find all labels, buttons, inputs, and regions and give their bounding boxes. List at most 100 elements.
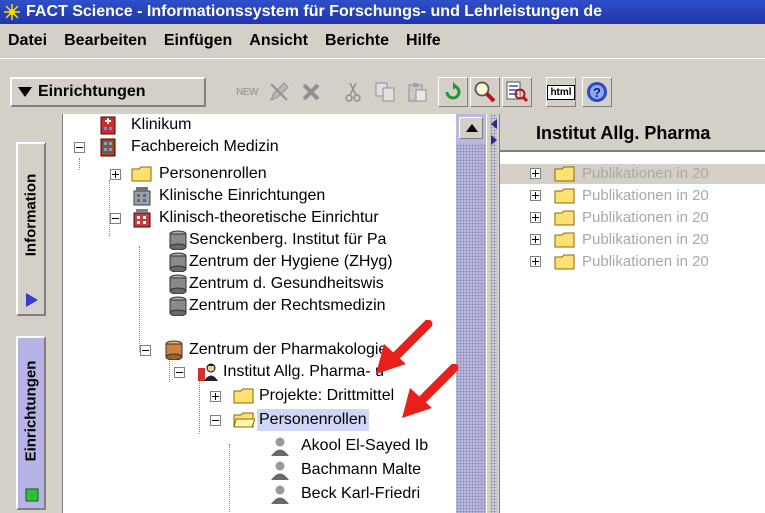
expand-toggle[interactable] xyxy=(530,212,541,223)
publication-label: Publikationen in 20 xyxy=(582,165,709,182)
cylinder-orange-icon xyxy=(165,340,183,360)
hospital-building-icon xyxy=(100,116,116,135)
folder-icon xyxy=(554,254,575,270)
tree-item-label: Personenrollen xyxy=(257,409,369,431)
report-search-button[interactable] xyxy=(502,77,532,107)
copy-icon xyxy=(375,82,395,102)
tree-item-klinikum[interactable]: Klinikum xyxy=(97,114,191,136)
tree-item-label: Zentrum d. Gesundheitswis xyxy=(189,275,384,292)
tab-einrichtungen[interactable]: Einrichtungen xyxy=(16,336,46,510)
menu-bearbeiten[interactable]: Bearbeiten xyxy=(64,32,147,50)
tree-item-personenrollen-selected[interactable]: Personenrollen xyxy=(233,409,369,431)
menu-ansicht[interactable]: Ansicht xyxy=(249,32,308,50)
tree-item-senckenberg[interactable]: Senckenberg. Institut für Pa xyxy=(167,229,386,251)
tree-item-projekte-drittmittel[interactable]: Projekte: Drittmittel xyxy=(233,385,394,407)
tree-item-zentrum-gesundheit[interactable]: Zentrum d. Gesundheitswis xyxy=(167,273,384,295)
tree-item-person[interactable]: Beck Karl-Friedri xyxy=(269,483,420,505)
collapse-toggle[interactable] xyxy=(210,415,221,426)
tree-item-person[interactable]: Bachmann Malte xyxy=(269,459,421,481)
annotation-arrow-icon xyxy=(402,364,459,418)
tree-item-label: Zentrum der Pharmakologie xyxy=(189,341,388,358)
publication-label: Publikationen in 20 xyxy=(582,253,709,270)
cylinder-icon xyxy=(169,296,187,316)
new-button[interactable]: NEW xyxy=(232,77,262,107)
window-title: FACT Science - Informationssystem für Fo… xyxy=(26,3,603,20)
expand-toggle[interactable] xyxy=(110,169,121,180)
tree-item-zentrum-rechtsmedizin[interactable]: Zentrum der Rechtsmedizin xyxy=(167,295,386,317)
collapse-left-arrow-icon[interactable] xyxy=(489,118,499,130)
toolbar: Einrichtungen NEW html ? xyxy=(0,58,765,114)
tree-scrollbar[interactable] xyxy=(456,114,486,513)
edit-pencil-icon xyxy=(270,82,289,101)
delete-x-icon xyxy=(302,83,320,101)
folder-icon xyxy=(233,388,254,404)
collapse-right-arrow-icon[interactable] xyxy=(489,134,499,146)
person-institute-icon xyxy=(198,363,218,381)
menu-einfuegen[interactable]: Einfügen xyxy=(164,32,232,50)
faculty-building-icon xyxy=(100,138,116,157)
new-icon: NEW xyxy=(236,86,258,98)
publication-list-item[interactable]: Publikationen in 20 xyxy=(500,252,765,272)
expand-toggle[interactable] xyxy=(530,234,541,245)
expand-toggle[interactable] xyxy=(530,190,541,201)
paste-button[interactable] xyxy=(402,77,432,107)
expand-toggle[interactable] xyxy=(210,391,221,402)
tree-item-klinisch-theoretische[interactable]: Klinisch-theoretische Einrichtur xyxy=(131,207,379,229)
scroll-thumb[interactable] xyxy=(456,144,486,513)
html-export-button[interactable]: html xyxy=(546,77,576,107)
panel-splitter[interactable] xyxy=(486,114,500,513)
view-selector-dropdown[interactable]: Einrichtungen xyxy=(10,77,206,107)
tree-item-label: Fachbereich Medizin xyxy=(131,138,279,155)
app-logo-icon xyxy=(4,4,20,20)
folder-icon xyxy=(554,232,575,248)
refresh-button[interactable] xyxy=(438,77,468,107)
side-tab-bar: Information Einrichtungen xyxy=(0,114,62,513)
menu-datei[interactable]: Datei xyxy=(8,32,47,50)
tab-einrichtungen-label: Einrichtungen xyxy=(22,360,40,462)
menu-bar: Datei Bearbeiten Einfügen Ansicht Berich… xyxy=(0,24,765,58)
folder-icon xyxy=(131,166,152,182)
scroll-up-button[interactable] xyxy=(459,117,483,139)
collapse-toggle[interactable] xyxy=(110,213,121,224)
expand-toggle[interactable] xyxy=(530,168,541,179)
tree-item-label: Senckenberg. Institut für Pa xyxy=(189,231,387,248)
copy-button[interactable] xyxy=(370,77,400,107)
tree-item-personenrollen[interactable]: Personenrollen xyxy=(131,163,267,185)
search-button[interactable] xyxy=(470,77,500,107)
publication-label: Publikationen in 20 xyxy=(582,209,709,226)
person-icon xyxy=(271,461,289,480)
expand-toggle[interactable] xyxy=(530,256,541,267)
cut-button[interactable] xyxy=(338,77,368,107)
edit-disabled-button[interactable] xyxy=(264,77,294,107)
folder-icon xyxy=(554,210,575,226)
scissors-icon xyxy=(345,82,361,102)
green-square-icon xyxy=(25,488,39,502)
person-icon xyxy=(271,437,289,456)
publication-label: Publikationen in 20 xyxy=(582,231,709,248)
publication-list-item[interactable]: Publikationen in 20 xyxy=(500,230,765,250)
refresh-icon xyxy=(445,82,461,100)
collapse-toggle[interactable] xyxy=(140,345,151,356)
tree-item-institut-allg-pharma[interactable]: Institut Allg. Pharma- u xyxy=(197,361,384,383)
tab-information[interactable]: Information xyxy=(16,142,46,316)
publication-list-item[interactable]: Publikationen in 20 xyxy=(500,186,765,206)
menu-berichte[interactable]: Berichte xyxy=(325,32,389,50)
tree-item-label: Klinikum xyxy=(131,116,192,133)
collapse-toggle[interactable] xyxy=(74,142,85,153)
tree-item-label: Zentrum der Rechtsmedizin xyxy=(189,297,386,314)
publication-list-item[interactable]: Publikationen in 20 xyxy=(500,208,765,228)
tree-item-klinische-einrichtungen[interactable]: Klinische Einrichtungen xyxy=(131,185,325,207)
menu-hilfe[interactable]: Hilfe xyxy=(406,32,441,50)
tree-item-zentrum-pharmakologie[interactable]: Zentrum der Pharmakologie xyxy=(163,339,387,361)
tree-item-zentrum-hygiene[interactable]: Zentrum der Hygiene (ZHyg) xyxy=(167,251,393,273)
svg-text:?: ? xyxy=(593,85,601,100)
publication-list-item[interactable]: Publikationen in 20 xyxy=(500,164,765,184)
tree-item-fachbereich-medizin[interactable]: Fachbereich Medizin xyxy=(97,136,279,158)
collapse-toggle[interactable] xyxy=(174,367,185,378)
tree-item-person[interactable]: Akool El-Sayed Ib xyxy=(269,435,428,457)
folder-open-icon xyxy=(233,412,255,428)
delete-button[interactable] xyxy=(296,77,326,107)
help-button[interactable]: ? xyxy=(582,77,612,107)
help-icon: ? xyxy=(587,82,607,102)
tree-item-label: Projekte: Drittmittel xyxy=(259,387,395,404)
